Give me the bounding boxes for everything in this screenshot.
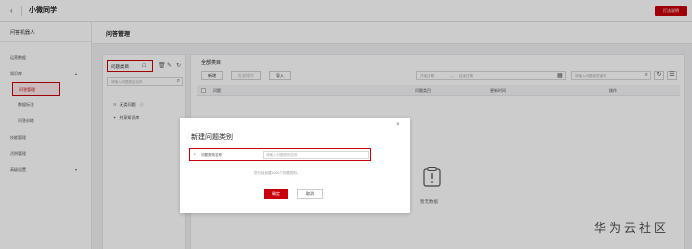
category-name-placeholder: 请输入问题类别名称 xyxy=(266,153,298,157)
dialog-hint: 您已经创建1000个问题类别。 xyxy=(254,171,301,175)
category-name-input[interactable]: 请输入问题类别名称 xyxy=(263,151,369,159)
new-category-dialog: × 新建问题类别 * 问题类别名称 请输入问题类别名称 您已经创建1000个问题… xyxy=(180,118,410,213)
category-name-label: 问题类别名称 xyxy=(201,153,222,157)
watermark-text: 华为云社区 xyxy=(594,221,670,235)
confirm-button[interactable]: 确定 xyxy=(264,189,288,199)
category-name-field-row: * 问题类别名称 请输入问题类别名称 xyxy=(189,148,371,161)
required-mark: * xyxy=(194,152,196,157)
cancel-button[interactable]: 取消 xyxy=(297,189,323,199)
dialog-title: 新建问题类别 xyxy=(191,134,233,141)
close-icon[interactable]: × xyxy=(396,122,400,128)
